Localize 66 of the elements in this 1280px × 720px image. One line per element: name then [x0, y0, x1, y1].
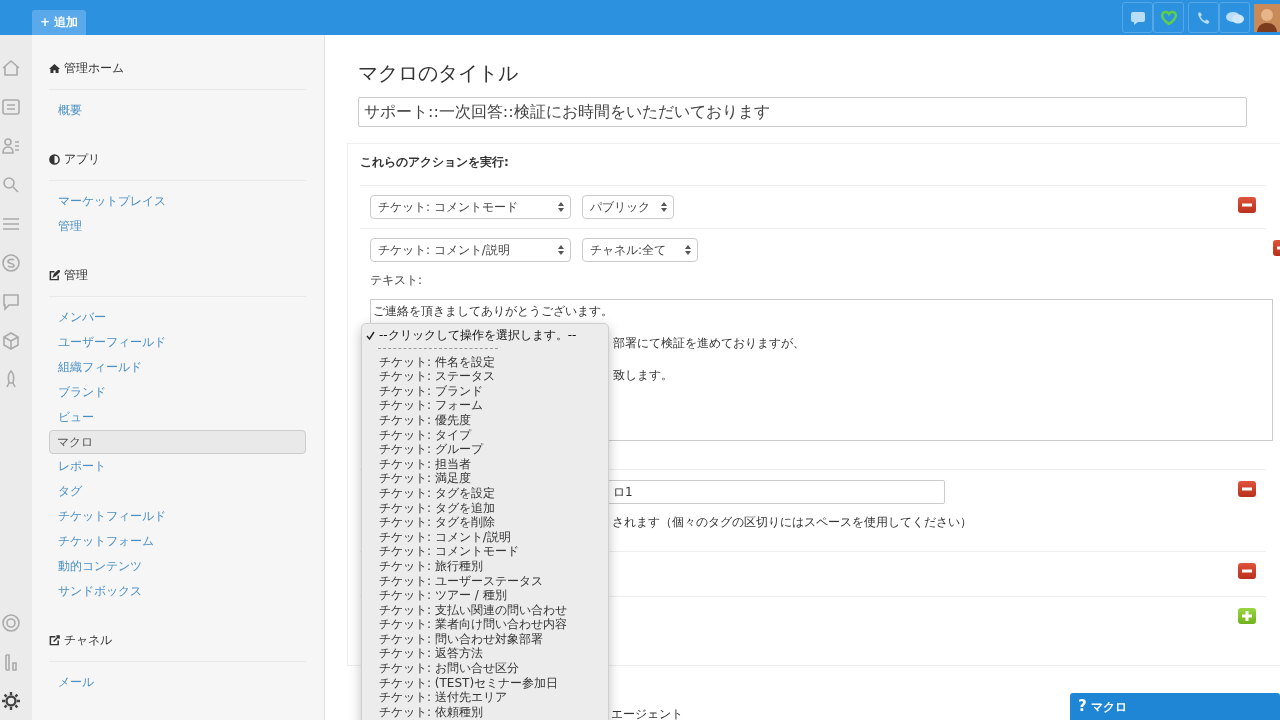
menu-option[interactable]: チケット: コメント/説明	[362, 529, 608, 545]
sort-arrows-icon	[558, 202, 564, 212]
text-line: 致します。	[613, 367, 673, 383]
toolbar-button[interactable]	[1219, 2, 1250, 33]
s-icon[interactable]	[0, 252, 22, 274]
heart-icon	[1159, 9, 1178, 26]
select-dropdown[interactable]: チャネル:全て	[582, 238, 698, 262]
sidebar-link[interactable]: マクロ	[49, 430, 306, 454]
menu-option[interactable]: チケット: タグを削除	[362, 515, 608, 530]
menu-option[interactable]: チケット: ツアー / 種別	[362, 588, 608, 603]
phone-icon	[1195, 9, 1212, 26]
help-widget-button[interactable]: ? マクロ	[1070, 693, 1280, 720]
macro-title-label: マクロのタイトル	[358, 60, 519, 87]
sort-arrows-icon	[685, 245, 691, 255]
menu-option[interactable]: チケット: 返答方法	[362, 646, 608, 662]
text-label: テキスト:	[370, 272, 424, 289]
edit-icon	[49, 270, 60, 281]
toolbar-button[interactable]	[1153, 2, 1184, 33]
text-line: 部署にて検証を進めておりますが、	[613, 335, 805, 351]
section-title: アプリ	[64, 151, 100, 168]
menu-option[interactable]: チケット: 問い合わせ対象部署	[362, 631, 608, 647]
half-circle-icon	[49, 154, 60, 165]
sort-arrows-icon	[661, 202, 667, 212]
menu-option[interactable]: チケット: 支払い関連の問い合わせ	[362, 602, 608, 618]
title-input[interactable]: サポート::一次回答::検証にお時間をいただいております	[358, 97, 1247, 127]
select-dropdown[interactable]: チケット: コメント/説明	[370, 238, 571, 262]
toolbar-button[interactable]	[1122, 2, 1153, 33]
doc-icon[interactable]	[0, 96, 22, 118]
menu-option[interactable]: チケット: お問い合せ区分	[362, 661, 608, 676]
users-icon[interactable]	[0, 135, 22, 157]
remove-action-button[interactable]	[1238, 197, 1256, 213]
remove-action-button[interactable]	[1238, 563, 1256, 579]
buoy-icon[interactable]	[0, 612, 22, 634]
select-dropdown[interactable]: パブリック	[582, 195, 674, 219]
toolbar-button[interactable]	[1188, 2, 1219, 33]
menu-option[interactable]: チケット: 業者向け問い合わせ内容	[362, 617, 608, 632]
plus-icon	[1242, 611, 1252, 621]
chat-icon	[1129, 9, 1146, 26]
menu-option[interactable]: チケット: ユーザーステータス	[362, 573, 608, 589]
actions-heading: これらのアクションを実行:	[360, 154, 510, 171]
menu-option[interactable]: チケット: 送付先エリア	[362, 690, 608, 705]
avatar-icon[interactable]	[1254, 3, 1280, 32]
chat-bubbles-icon	[1224, 9, 1245, 26]
menu-option[interactable]: チケット: 旅行種別	[362, 558, 608, 574]
cube-icon[interactable]	[0, 330, 22, 352]
text-line: ご連絡を頂きましてありがとうございます。	[373, 303, 613, 319]
section-title: 管理ホーム	[64, 60, 124, 77]
remove-action-button[interactable]	[1238, 481, 1256, 497]
tags-hint: されます（個々のタグの区切りにはスペースを使用してください）	[612, 514, 972, 531]
select-dropdown[interactable]: チケット: コメントモード	[370, 195, 571, 219]
section-title: チャネル	[64, 632, 112, 649]
menu-option[interactable]: チケット: (TEST)セミナー参加日	[362, 675, 608, 691]
chat-icon[interactable]	[0, 291, 22, 313]
menu-option[interactable]: チケット: コメントモード	[362, 544, 608, 559]
home-icon[interactable]	[0, 57, 22, 79]
footer-text: エージェント	[611, 706, 683, 720]
check-icon	[366, 330, 375, 340]
share-icon	[49, 635, 60, 646]
menu-option[interactable]: チケット: グループ	[362, 442, 608, 457]
sort-arrows-icon	[558, 245, 564, 255]
menu-option[interactable]: チケット: 依頼種別	[362, 704, 608, 720]
home-icon	[49, 63, 60, 74]
add-action-button[interactable]	[1238, 608, 1256, 624]
section-title: 管理	[64, 267, 88, 284]
settings-icon[interactable]	[0, 690, 22, 712]
menu-option[interactable]: チケット: 担当者	[362, 456, 608, 472]
